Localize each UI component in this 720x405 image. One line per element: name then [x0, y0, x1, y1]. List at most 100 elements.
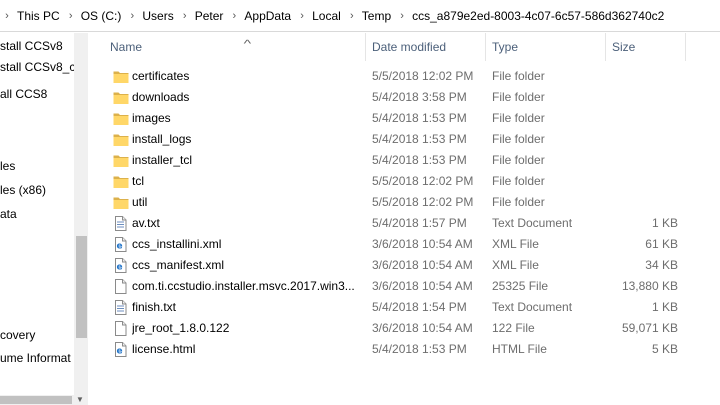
file-name: tcl — [132, 174, 144, 188]
file-list: Name ^ Date modified Type Size certifica… — [88, 33, 720, 405]
breadcrumb-item[interactable]: › Users — [125, 9, 177, 23]
file-date: 5/4/2018 1:53 PM — [372, 132, 467, 146]
chevron-right-icon[interactable]: › — [345, 10, 359, 22]
breadcrumb: › This PC › OS (C:) › Users › Peter › AppData › Loc… — [0, 0, 668, 32]
chevron-right-icon[interactable]: › — [64, 10, 78, 22]
nav-item[interactable]: stall CCSv8_cr — [0, 56, 79, 78]
file-size — [608, 171, 678, 192]
file-type: File folder — [492, 195, 545, 209]
folder-icon — [113, 132, 129, 147]
file-date: 5/4/2018 1:53 PM — [372, 153, 467, 167]
file-name: certificates — [132, 69, 190, 83]
generic-file-icon — [113, 321, 129, 336]
file-row[interactable]: installer_tcl 5/4/2018 1:53 PM File folder — [88, 150, 720, 171]
nav-item[interactable]: les — [0, 155, 15, 177]
chevron-right-icon[interactable]: › — [0, 10, 14, 22]
file-row[interactable]: tcl 5/5/2018 12:02 PM File folder — [88, 171, 720, 192]
folder-icon — [113, 69, 129, 84]
nav-item[interactable]: all CCS8 — [0, 83, 47, 105]
file-row[interactable]: finish.txt 5/4/2018 1:54 PM Text Document 1… — [88, 297, 720, 318]
chevron-right-icon[interactable]: › — [395, 10, 409, 22]
column-header-name[interactable]: Name ^ — [104, 33, 366, 61]
nav-item[interactable]: stall CCSv8 — [0, 35, 63, 57]
chevron-right-icon[interactable]: › — [227, 10, 241, 22]
breadcrumb-label: AppData — [244, 9, 292, 23]
scroll-down-arrow-icon[interactable]: ▼ — [76, 395, 84, 404]
file-name: images — [132, 111, 171, 125]
file-name: license.html — [132, 342, 196, 356]
chevron-right-icon[interactable]: › — [178, 10, 192, 22]
file-size — [608, 192, 678, 213]
file-date: 5/4/2018 1:57 PM — [372, 216, 467, 230]
text-file-icon — [113, 300, 129, 315]
file-row[interactable]: e ccs_installini.xml 3/6/2018 10:54 AM XML … — [88, 234, 720, 255]
svg-text:e: e — [117, 242, 123, 252]
file-type: HTML File — [492, 342, 547, 356]
file-size: 1 KB — [651, 216, 678, 230]
html-file-icon: e — [113, 342, 129, 357]
file-type: XML File — [492, 258, 539, 272]
file-row[interactable]: com.ti.ccstudio.installer.msvc.2017.win3… — [88, 276, 720, 297]
column-header-type[interactable]: Type — [486, 33, 606, 61]
file-row[interactable]: downloads 5/4/2018 3:58 PM File folder — [88, 87, 720, 108]
nav-item[interactable]: les (x86) — [0, 179, 46, 201]
folder-icon — [113, 174, 129, 189]
nav-item[interactable]: covery — [0, 324, 35, 346]
folder-icon — [113, 195, 129, 210]
breadcrumb-item[interactable]: › ccs_a879e2ed-8003-4c07-6c57-586d362740c… — [395, 9, 668, 23]
column-size-label: Size — [612, 40, 636, 54]
chevron-right-icon[interactable]: › — [125, 10, 139, 22]
file-name: util — [132, 195, 148, 209]
file-name: jre_root_1.8.0.122 — [132, 321, 230, 335]
breadcrumb-item[interactable]: › OS (C:) — [64, 9, 126, 23]
file-row[interactable]: certificates 5/5/2018 12:02 PM File folder — [88, 66, 720, 87]
column-headers: Name ^ Date modified Type Size — [88, 33, 720, 61]
address-bar[interactable]: › This PC › OS (C:) › Users › Peter › AppData › Loc… — [0, 0, 720, 32]
file-row[interactable]: av.txt 5/4/2018 1:57 PM Text Document 1 KB — [88, 213, 720, 234]
chevron-right-icon[interactable]: › — [295, 10, 309, 22]
file-name: installer_tcl — [132, 153, 193, 167]
file-date: 5/4/2018 1:53 PM — [372, 111, 467, 125]
nav-item[interactable]: ume Informat — [0, 347, 71, 369]
breadcrumb-item[interactable]: › This PC — [0, 9, 64, 23]
file-size: 13,880 KB — [621, 279, 678, 293]
file-date: 5/4/2018 3:58 PM — [372, 90, 467, 104]
breadcrumb-label: Temp — [361, 9, 392, 23]
file-date: 3/6/2018 10:54 AM — [372, 258, 473, 272]
file-name: install_logs — [132, 132, 192, 146]
nav-item[interactable]: ata — [0, 203, 17, 225]
file-size: 5 KB — [651, 342, 678, 356]
breadcrumb-item[interactable]: › Temp — [345, 9, 395, 23]
nav-scroll-thumb[interactable] — [76, 236, 87, 338]
file-row[interactable]: jre_root_1.8.0.122 3/6/2018 10:54 AM 122 F… — [88, 318, 720, 339]
file-type: Text Document — [492, 216, 573, 230]
file-row[interactable]: util 5/5/2018 12:02 PM File folder — [88, 192, 720, 213]
file-name: av.txt — [132, 216, 160, 230]
file-type: File folder — [492, 132, 545, 146]
file-type: File folder — [492, 90, 545, 104]
file-size — [608, 87, 678, 108]
file-date: 3/6/2018 10:54 AM — [372, 321, 473, 335]
column-header-date[interactable]: Date modified — [366, 33, 486, 61]
file-row[interactable]: e ccs_manifest.xml 3/6/2018 10:54 AM XML Fi… — [88, 255, 720, 276]
file-date: 3/6/2018 10:54 AM — [372, 237, 473, 251]
breadcrumb-item[interactable]: › Local — [295, 9, 345, 23]
breadcrumb-item[interactable]: › AppData — [227, 9, 295, 23]
file-name: com.ti.ccstudio.installer.msvc.2017.win3… — [132, 279, 355, 293]
file-row[interactable]: images 5/4/2018 1:53 PM File folder — [88, 108, 720, 129]
column-type-label: Type — [492, 40, 519, 54]
file-row[interactable]: e license.html 5/4/2018 1:53 PM HTML File 5 … — [88, 339, 720, 360]
file-date: 5/4/2018 1:53 PM — [372, 342, 467, 356]
file-size — [608, 108, 678, 129]
nav-hscroll-thumb[interactable] — [0, 396, 72, 404]
nav-vertical-scrollbar[interactable] — [74, 33, 88, 405]
breadcrumb-item[interactable]: › Peter — [178, 9, 228, 23]
xml-file-icon: e — [113, 258, 129, 273]
file-type: Text Document — [492, 300, 573, 314]
file-size: 34 KB — [645, 258, 678, 272]
file-row[interactable]: install_logs 5/4/2018 1:53 PM File folder — [88, 129, 720, 150]
nav-horizontal-scrollbar[interactable] — [0, 395, 74, 405]
column-header-size[interactable]: Size — [606, 33, 686, 61]
file-type: File folder — [492, 69, 545, 83]
file-size: 1 KB — [651, 300, 678, 314]
